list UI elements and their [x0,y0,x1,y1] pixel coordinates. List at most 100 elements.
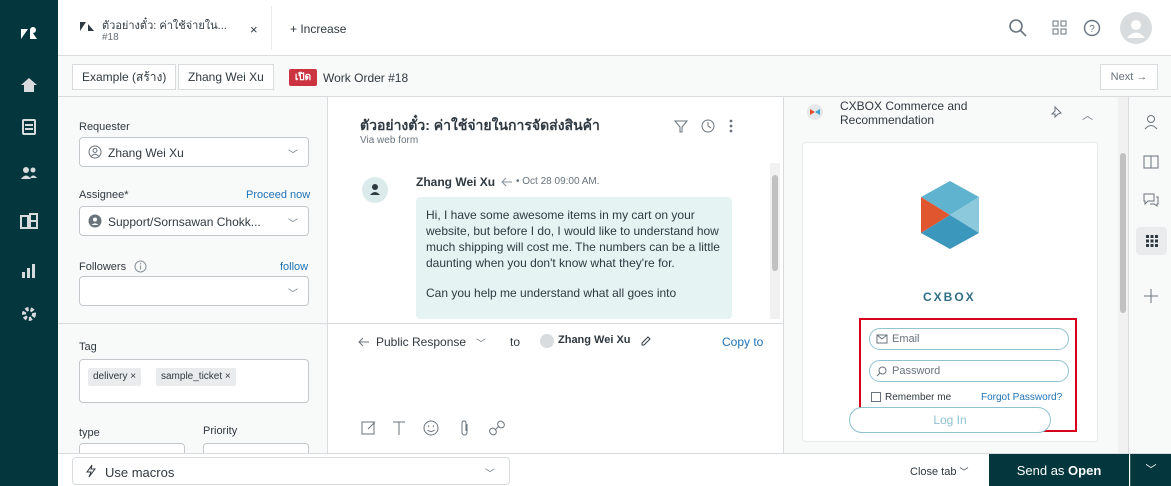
bottom-bar: Use macros ﹀ Close tab ﹀ Send as Open ﹀ [58,453,1171,486]
top-bar: ตัวอย่างตั๋ว: ค่าใช้จ่ายใน... #18 × + In… [58,0,1171,56]
search-icon[interactable] [1008,18,1028,38]
macros-label: Use macros [105,465,175,480]
tags-input[interactable]: delivery × sample_ticket × [79,359,309,403]
admin-gear-icon[interactable] [20,305,38,323]
chevron-down-icon: ﹀ [959,467,969,477]
reply-type-select[interactable]: Public Response [376,335,466,349]
left-nav [0,0,58,486]
edit-pencil-icon[interactable] [640,335,652,347]
group-avatar-icon [88,214,102,228]
login-button[interactable]: Log In [849,407,1051,433]
recipient-avatar-icon [540,334,554,348]
password-field[interactable]: Password [869,360,1069,382]
priority-select[interactable] [203,443,309,453]
app-title: CXBOX Commerce and Recommendation [840,99,968,127]
tag-label: Tag [79,341,97,353]
type-select[interactable] [79,443,185,453]
crumb-user[interactable]: Zhang Wei Xu [178,64,274,90]
message-body: Hi, I have some awesome items in my cart… [416,197,732,319]
tab-title: ตัวอย่างตั๋ว: ค่าใช้จ่ายใน... [102,20,227,32]
send-options-button[interactable]: ﹀ [1130,454,1171,486]
breadcrumb: Example (สร้าง) Zhang Wei Xu เปิด Work O… [58,57,1171,97]
apps-scrollbar[interactable] [1118,97,1128,453]
user-circle-icon [88,145,102,159]
customers-icon[interactable] [20,164,38,182]
reply-arrow-icon [358,337,369,347]
macros-select[interactable]: Use macros ﹀ [72,457,510,485]
tab-close-button[interactable]: × [250,22,258,37]
chevron-up-icon[interactable]: ︿ [1082,107,1093,123]
tab-ticket-number: #18 [102,32,119,43]
crumb-work-order[interactable]: Work Order #18 [323,71,408,85]
recipient-name: Zhang Wei Xu [558,334,631,346]
scroll-thumb[interactable] [1120,153,1126,313]
more-options-icon[interactable] [728,118,734,134]
send-status: Open [1068,463,1102,478]
organizations-icon[interactable] [20,212,38,230]
apps-grid-icon[interactable] [1050,18,1070,38]
assignee-value: Support/Sornsawan Chokk... [108,215,261,229]
checkbox-icon[interactable] [871,392,881,403]
composer-divider [328,323,784,324]
author-avatar [362,177,388,203]
user-silhouette-icon [1127,20,1145,38]
requester-select[interactable]: Zhang Wei Xu ﹀ [79,137,309,167]
followers-select[interactable]: ﹀ [79,276,309,306]
conversation-scrollbar[interactable] [770,163,780,319]
forgot-password-link[interactable]: Forgot Password? [981,392,1062,403]
remember-me-checkbox[interactable]: Remember me [871,392,951,403]
lightning-icon [86,464,96,478]
text-format-icon[interactable] [390,419,408,437]
user-avatar[interactable] [1120,12,1152,44]
next-ticket-button[interactable]: Next → [1100,64,1158,90]
apps-tab-active[interactable] [1136,227,1167,255]
ticket-properties-panel: Requester Zhang Wei Xu ﹀ Assignee* Proce… [58,97,328,453]
section-divider [58,323,327,324]
chevron-down-icon: ﹀ [288,219,298,230]
cxbox-app-icon [807,104,823,120]
history-icon[interactable] [700,118,716,134]
assignee-select[interactable]: Support/Sornsawan Chokk... ﹀ [79,206,309,236]
svg-text:?: ? [1089,24,1095,35]
proceed-now-link[interactable]: Proceed now [246,189,310,201]
close-tab-select[interactable]: Close tab ﹀ [910,465,969,478]
mail-icon [876,334,888,344]
user-icon[interactable] [1142,113,1160,131]
message-author[interactable]: Zhang Wei Xu [416,175,495,189]
email-field[interactable]: Email [869,328,1069,350]
email-placeholder: Email [892,333,920,345]
recipient-pill[interactable]: Zhang Wei Xu [536,331,639,351]
copy-to-link[interactable]: Copy to [722,335,763,349]
send-button[interactable]: Send as Open [989,454,1129,486]
emoji-icon[interactable] [422,419,440,437]
follow-link[interactable]: follow [280,261,308,273]
home-icon[interactable] [20,76,38,94]
attachment-icon[interactable] [456,419,474,437]
help-icon[interactable]: ? [1082,18,1102,38]
crumb-example-org[interactable]: Example (สร้าง) [72,64,177,90]
reporting-icon[interactable] [20,262,38,280]
conversations-icon[interactable] [1142,191,1160,209]
priority-label: Priority [203,425,238,437]
pin-icon[interactable] [1050,105,1064,119]
ticket-tab[interactable]: ตัวอย่างตั๋ว: ค่าใช้จ่ายใน... #18 × [66,6,272,50]
scroll-thumb[interactable] [772,175,778,271]
views-icon[interactable] [20,118,38,136]
tag-delivery[interactable]: delivery × [88,368,142,386]
requester-value: Zhang Wei Xu [108,146,184,160]
link-icon[interactable] [488,419,506,437]
compose-icon[interactable] [360,419,378,437]
zendesk-logo-icon[interactable] [20,25,38,43]
knowledge-icon[interactable] [1142,153,1160,171]
ticket-channel: Via web form [360,135,419,146]
filter-icon[interactable] [674,119,688,133]
close-tab-label: Close tab [910,466,957,478]
message-timestamp: • Oct 28 09:00 AM. [516,176,600,187]
context-panel-tabs [1132,97,1171,453]
cxbox-brand-text: CXBOX [923,290,976,304]
add-tab-button[interactable]: + Increase [290,22,346,36]
tag-sample-ticket[interactable]: sample_ticket × [156,368,236,386]
zendesk-tab-icon [80,22,94,31]
info-icon[interactable] [134,260,147,273]
plus-icon[interactable] [1142,287,1160,305]
